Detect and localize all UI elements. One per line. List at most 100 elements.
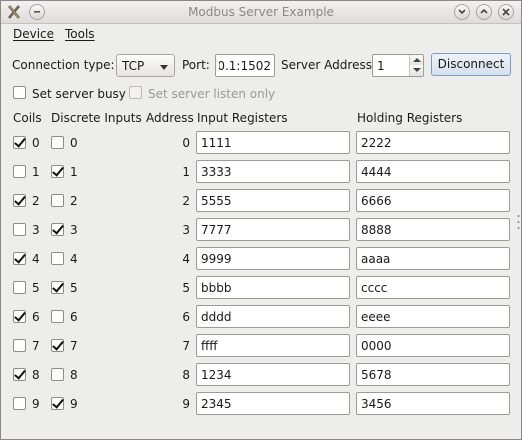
listen-only-checkbox[interactable]	[129, 86, 142, 99]
holding-register-field[interactable]	[356, 218, 510, 241]
holding-registers-header: Holding Registers	[357, 111, 463, 125]
discrete-input-index: 0	[70, 136, 78, 150]
coil-index: 4	[32, 252, 40, 266]
port-input[interactable]	[216, 55, 274, 76]
holding-register-input[interactable]	[357, 161, 509, 182]
holding-register-input[interactable]	[357, 306, 509, 327]
discrete-input-checkbox[interactable]	[51, 194, 64, 207]
holding-register-field[interactable]	[356, 247, 510, 270]
menu-device[interactable]: Device	[13, 27, 54, 41]
holding-register-field[interactable]	[356, 189, 510, 212]
coil-index: 2	[32, 194, 40, 208]
holding-register-input[interactable]	[357, 248, 509, 269]
input-register-input[interactable]	[197, 277, 349, 298]
coil-checkbox[interactable]	[13, 136, 26, 149]
input-register-input[interactable]	[197, 132, 349, 153]
title-bar[interactable]: Modbus Server Example	[1, 1, 521, 24]
server-address-input[interactable]	[373, 55, 409, 76]
register-address: 1	[182, 165, 190, 179]
connection-type-combo[interactable]: TCP	[116, 54, 175, 77]
holding-register-input[interactable]	[357, 364, 509, 385]
main-window: Modbus Server Example Device Tools Conne…	[0, 0, 522, 440]
coil-checkbox[interactable]	[13, 339, 26, 352]
close-button[interactable]	[498, 4, 514, 20]
coil-checkbox[interactable]	[13, 194, 26, 207]
register-address: 6	[182, 310, 190, 324]
server-busy-checkbox[interactable]	[13, 86, 26, 99]
holding-register-field[interactable]	[356, 305, 510, 328]
holding-register-field[interactable]	[356, 160, 510, 183]
input-register-input[interactable]	[197, 248, 349, 269]
input-register-input[interactable]	[197, 364, 349, 385]
minimize-button[interactable]	[454, 4, 470, 20]
spin-down-icon[interactable]	[409, 65, 423, 76]
register-address: 2	[182, 194, 190, 208]
input-register-field[interactable]	[196, 189, 350, 212]
coil-index: 3	[32, 223, 40, 237]
holding-register-field[interactable]	[356, 276, 510, 299]
discrete-input-checkbox[interactable]	[51, 252, 64, 265]
coil-checkbox[interactable]	[13, 397, 26, 410]
input-register-input[interactable]	[197, 161, 349, 182]
discrete-input-index: 3	[70, 223, 78, 237]
coil-index: 1	[32, 165, 40, 179]
discrete-input-checkbox[interactable]	[51, 368, 64, 381]
coil-checkbox[interactable]	[13, 368, 26, 381]
input-register-field[interactable]	[196, 305, 350, 328]
register-address: 4	[182, 252, 190, 266]
discrete-input-checkbox[interactable]	[51, 339, 64, 352]
holding-register-input[interactable]	[357, 335, 509, 356]
register-address: 0	[182, 136, 190, 150]
coil-index: 5	[32, 281, 40, 295]
input-register-field[interactable]	[196, 160, 350, 183]
input-register-field[interactable]	[196, 131, 350, 154]
coil-checkbox[interactable]	[13, 252, 26, 265]
maximize-button[interactable]	[476, 4, 492, 20]
port-label: Port:	[182, 58, 210, 72]
server-busy-label: Set server busy	[32, 87, 126, 101]
discrete-input-checkbox[interactable]	[51, 310, 64, 323]
input-register-input[interactable]	[197, 190, 349, 211]
discrete-input-checkbox[interactable]	[51, 165, 64, 178]
resize-grip-icon[interactable]	[517, 213, 520, 231]
input-register-field[interactable]	[196, 363, 350, 386]
coil-checkbox[interactable]	[13, 310, 26, 323]
coil-index: 7	[32, 339, 40, 353]
holding-register-input[interactable]	[357, 132, 509, 153]
holding-register-field[interactable]	[356, 334, 510, 357]
coil-checkbox[interactable]	[13, 223, 26, 236]
input-registers-header: Input Registers	[197, 111, 288, 125]
coil-checkbox[interactable]	[13, 165, 26, 178]
input-register-input[interactable]	[197, 306, 349, 327]
input-register-field[interactable]	[196, 334, 350, 357]
chevron-up-icon	[480, 8, 488, 14]
input-register-input[interactable]	[197, 335, 349, 356]
holding-register-input[interactable]	[357, 277, 509, 298]
holding-register-input[interactable]	[357, 190, 509, 211]
holding-register-input[interactable]	[357, 393, 509, 414]
holding-register-field[interactable]	[356, 363, 510, 386]
menu-bar: Device Tools	[1, 25, 521, 45]
input-register-field[interactable]	[196, 218, 350, 241]
input-register-input[interactable]	[197, 219, 349, 240]
discrete-input-checkbox[interactable]	[51, 223, 64, 236]
chevron-down-icon	[458, 9, 466, 15]
discrete-input-index: 8	[70, 368, 78, 382]
input-register-field[interactable]	[196, 276, 350, 299]
discrete-input-checkbox[interactable]	[51, 281, 64, 294]
port-field[interactable]	[215, 54, 275, 77]
holding-register-input[interactable]	[357, 219, 509, 240]
discrete-input-checkbox[interactable]	[51, 136, 64, 149]
input-register-field[interactable]	[196, 247, 350, 270]
menu-tools[interactable]: Tools	[65, 27, 95, 41]
discrete-input-checkbox[interactable]	[51, 397, 64, 410]
holding-register-field[interactable]	[356, 392, 510, 415]
discrete-input-index: 6	[70, 310, 78, 324]
input-register-field[interactable]	[196, 392, 350, 415]
server-address-spinbox[interactable]	[372, 54, 424, 77]
disconnect-button[interactable]: Disconnect	[431, 53, 511, 76]
holding-register-field[interactable]	[356, 131, 510, 154]
input-register-input[interactable]	[197, 393, 349, 414]
coil-index: 8	[32, 368, 40, 382]
coil-checkbox[interactable]	[13, 281, 26, 294]
